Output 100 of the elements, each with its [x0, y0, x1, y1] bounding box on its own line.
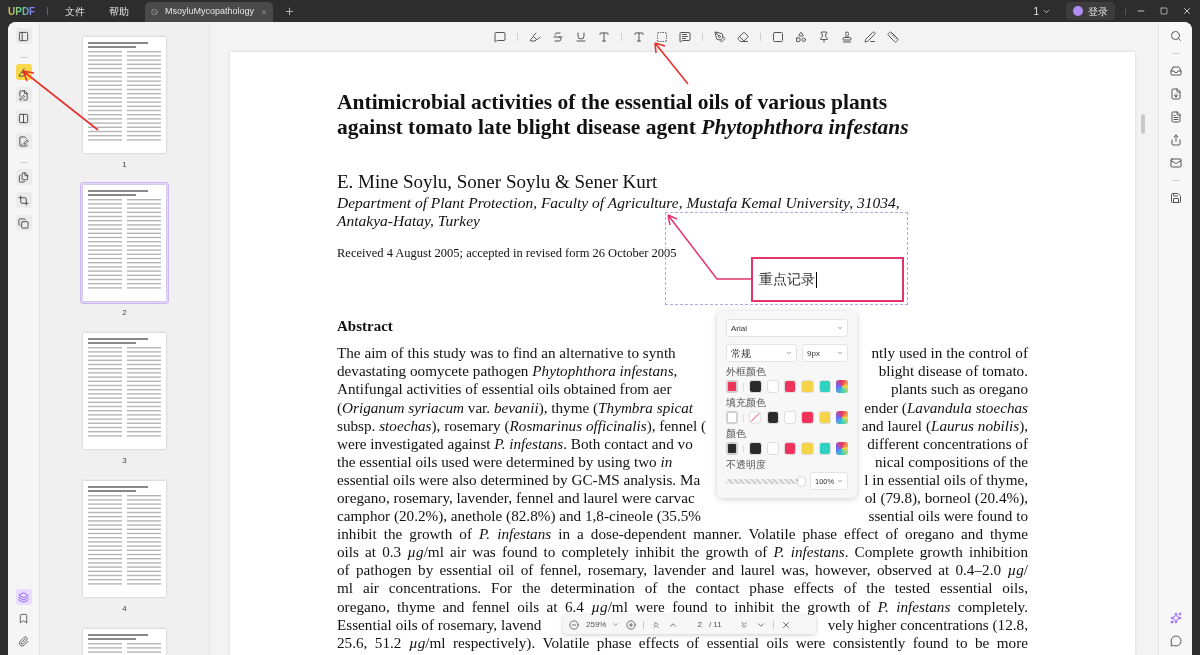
stamp-icon[interactable]	[840, 31, 853, 43]
color-swatch[interactable]	[818, 380, 831, 393]
pencil-icon[interactable]	[713, 31, 726, 43]
current-color-swatch[interactable]	[726, 411, 739, 424]
tool-button[interactable]	[15, 28, 32, 44]
shape-icon[interactable]	[771, 31, 784, 43]
color-swatch[interactable]	[801, 380, 814, 393]
mail-icon[interactable]	[1169, 157, 1182, 169]
zoom-select[interactable]: 259%	[586, 618, 620, 631]
callout-icon[interactable]	[678, 31, 691, 43]
font-select[interactable]: Arial	[726, 319, 848, 337]
abstract-text: Antifungal activities of essential oils obtained from aer	[337, 380, 672, 399]
pin-icon[interactable]	[817, 31, 830, 43]
no-color-swatch[interactable]	[749, 411, 762, 424]
chevron-down-icon	[612, 621, 620, 628]
tool-button[interactable]	[15, 169, 32, 185]
color-swatch[interactable]	[766, 380, 779, 393]
page-thumbnail[interactable]	[80, 330, 169, 452]
affiliation: Department of Plant Protection, Faculty of Agriculture, Mustafa Kemal University, 31034, Antakya-Hatay, Turkey	[337, 194, 901, 230]
document-icon[interactable]	[1169, 111, 1182, 123]
tool-button[interactable]	[15, 110, 32, 126]
tool-button[interactable]	[15, 215, 32, 231]
abstract-text: were investigated against P. infestans. Both contact and vo	[337, 434, 693, 453]
page-input[interactable]: 2	[697, 618, 702, 631]
color-swatch[interactable]	[783, 411, 797, 424]
current-color-swatch[interactable]	[726, 442, 739, 455]
abstract-text: oils at 0.3 µg/ml air was found to completely inhibit the growth of P. infestans. Complete growth inhibition	[337, 543, 1028, 562]
page-total: / 11	[708, 618, 722, 631]
highlight-icon[interactable]	[528, 31, 541, 43]
scrollbar-thumb[interactable]	[1141, 114, 1145, 134]
chat-icon[interactable]	[1169, 635, 1182, 647]
abstract-text: nical compositions of the	[874, 452, 1028, 471]
text-box-icon[interactable]	[655, 31, 668, 43]
slider-thumb[interactable]	[797, 476, 805, 486]
abstract-text: ol (79.8), borneol (20.4%),	[864, 489, 1028, 508]
current-color-swatch[interactable]	[726, 380, 739, 393]
color-swatch[interactable]	[818, 442, 831, 455]
color-swatch[interactable]	[801, 411, 814, 424]
callout-text: 重点记录	[759, 271, 815, 289]
page-thumbnail[interactable]	[80, 34, 169, 156]
file-download-icon[interactable]	[1169, 88, 1182, 100]
layers-button[interactable]	[15, 589, 32, 605]
page-number: 1	[122, 159, 127, 171]
tool-button[interactable]	[15, 192, 32, 208]
color-swatch[interactable]	[783, 442, 797, 455]
ai-assistant-icon[interactable]	[1169, 612, 1182, 624]
document-tab[interactable]: MsoyluMycopathology	[145, 2, 274, 22]
bookmark-icon[interactable]	[18, 613, 29, 624]
close-icon[interactable]	[780, 619, 791, 630]
color-swatch[interactable]	[749, 442, 762, 455]
text-underline-icon[interactable]	[597, 31, 610, 43]
callout-text-box[interactable]: 重点记录	[751, 257, 904, 302]
attachment-icon[interactable]	[18, 636, 29, 647]
comment-icon[interactable]	[493, 31, 506, 43]
save-icon[interactable]	[1169, 192, 1182, 204]
signature-icon[interactable]	[863, 31, 876, 43]
tray-icon[interactable]	[1169, 65, 1182, 77]
color-picker-swatch[interactable]	[835, 411, 848, 424]
color-swatch[interactable]	[801, 442, 814, 455]
color-swatch[interactable]	[766, 411, 779, 424]
abstract-text: (Origanum syriacum var. bevanii), thyme (Thymbra spicat	[337, 398, 694, 417]
login-button[interactable]: 登录	[1066, 2, 1115, 20]
color-picker-swatch[interactable]	[835, 380, 848, 393]
color-swatch[interactable]	[766, 442, 779, 455]
tool-button[interactable]	[15, 133, 32, 149]
page-menu[interactable]: 1	[1033, 3, 1051, 19]
color-picker-swatch[interactable]	[835, 442, 848, 455]
section-label: 不透明度	[726, 459, 767, 470]
color-swatch[interactable]	[783, 380, 797, 393]
share-icon[interactable]	[1169, 134, 1182, 146]
search-icon[interactable]	[1169, 30, 1182, 42]
menu-item[interactable]: 文件	[65, 3, 86, 19]
abstract-text: ntly used in the control of	[871, 344, 1028, 363]
menu-item[interactable]: 帮助	[109, 3, 130, 19]
color-swatch[interactable]	[749, 380, 762, 393]
strikethrough-icon[interactable]	[551, 31, 564, 43]
pointer-arrow	[652, 40, 690, 86]
abstract-text: different concentrations of	[867, 434, 1028, 453]
maximize-icon[interactable]	[1160, 7, 1168, 15]
zoom-in-icon[interactable]	[626, 619, 637, 630]
abstract-text: ender (Lavandula stoechas	[864, 398, 1028, 417]
abstract-text: plants such as oregano	[890, 380, 1028, 399]
shapes-icon[interactable]	[794, 31, 807, 43]
size-select[interactable]: 9px	[802, 344, 848, 362]
page-thumbnail[interactable]	[80, 478, 169, 600]
page-thumbnail[interactable]	[80, 182, 169, 304]
color-swatch[interactable]	[818, 411, 831, 424]
new-tab-icon[interactable]	[284, 5, 296, 17]
avatar-icon	[1073, 6, 1083, 16]
text-icon[interactable]	[632, 31, 645, 43]
underline-icon[interactable]	[574, 31, 587, 43]
abstract-text: blight disease of tomato.	[878, 362, 1028, 381]
abstract-text: the essential oils used were determined by using two in	[337, 452, 673, 471]
tool-button[interactable]	[15, 87, 32, 103]
close-window-icon[interactable]	[1182, 6, 1192, 16]
ruler-icon[interactable]	[886, 31, 899, 43]
eraser-icon[interactable]	[736, 31, 749, 43]
first-page-icon[interactable]	[651, 619, 662, 630]
zoom-out-icon[interactable]	[569, 619, 579, 630]
style-select[interactable]: 常规	[726, 344, 797, 362]
